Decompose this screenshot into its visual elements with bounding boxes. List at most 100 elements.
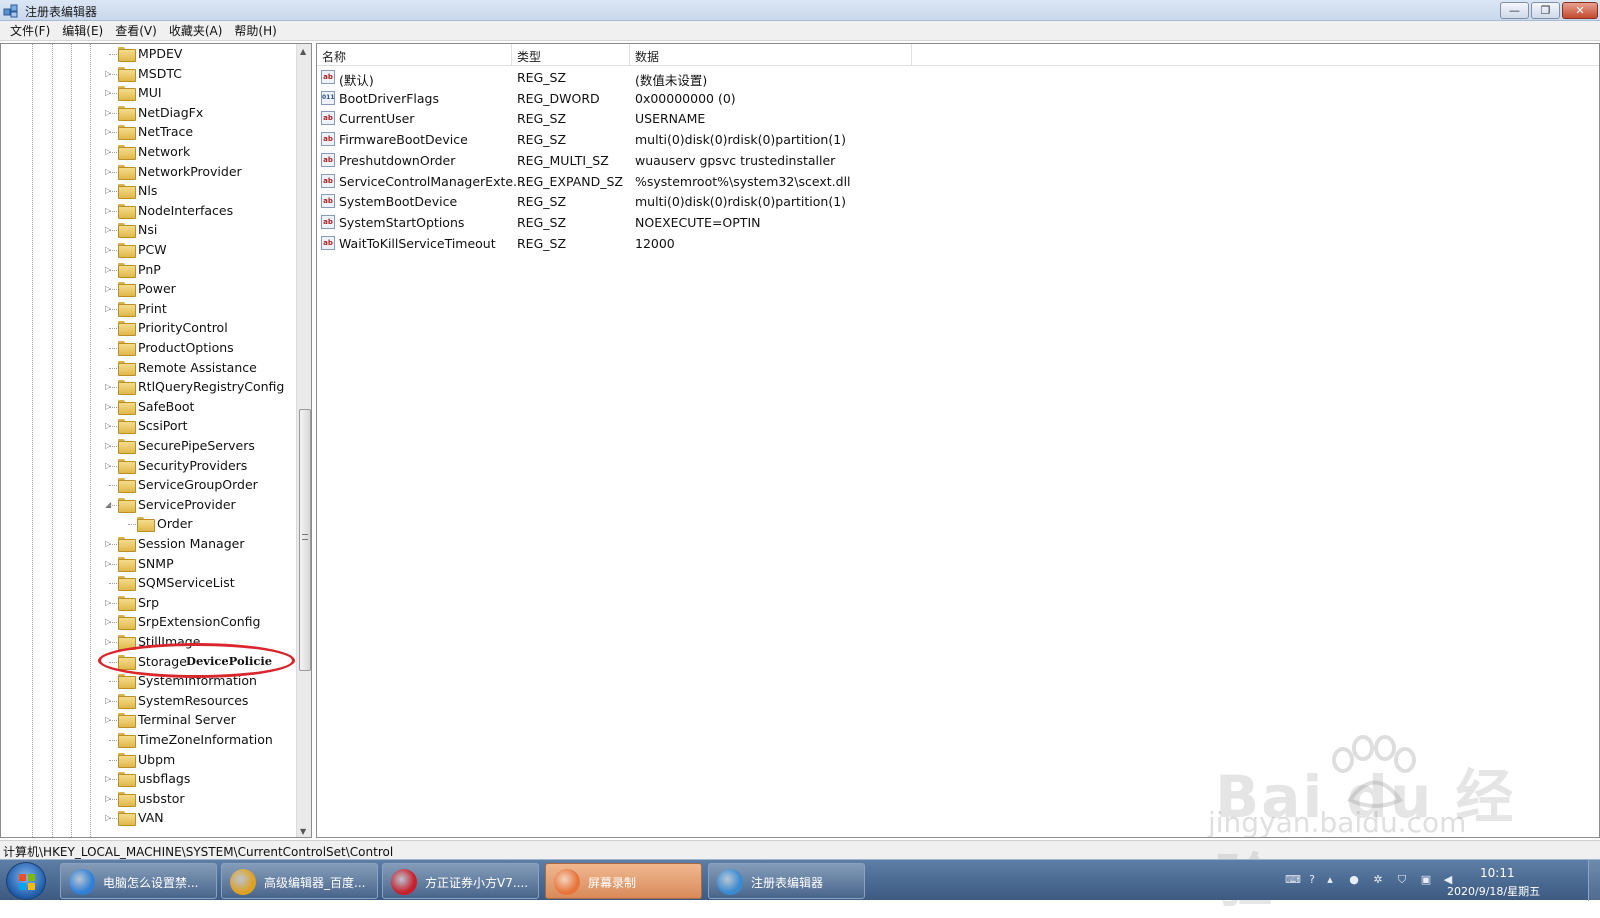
tree-scroll-thumb[interactable] [299,409,311,671]
folder-icon [118,105,136,121]
tree-item[interactable]: ▷ Srp [1,593,296,613]
tree-item[interactable]: ▷ Nls [1,181,296,201]
column-header-name[interactable]: 名称 [322,48,346,65]
tree-item[interactable]: Remote Assistance [1,358,296,378]
tree-item-label: usbstor [138,790,185,806]
start-button[interactable] [6,862,46,900]
column-header-type[interactable]: 类型 [517,48,541,65]
tree-item[interactable]: ▷ Print [1,299,296,319]
menu-help[interactable]: 帮助(H) [228,22,282,39]
tree-item[interactable]: ▷ SafeBoot [1,397,296,417]
network-icon[interactable]: ▣ [1419,873,1433,887]
tree-item[interactable]: ▷ usbflags [1,769,296,789]
tree-item[interactable]: ▷ RtlQueryRegistryConfig [1,377,296,397]
regedit-icon [717,869,743,895]
tree-item[interactable]: Order [1,514,296,534]
show-desktop-button[interactable] [1588,860,1600,901]
tree-item-label: NetTrace [138,124,194,140]
column-divider[interactable] [911,44,912,66]
value-row[interactable]: 011 BootDriverFlags REG_DWORD 0x00000000 (0… [317,88,1217,109]
tree-item[interactable]: ◢ ServiceProvider [1,495,296,515]
red-annotation-ellipse [98,643,295,678]
registry-tree[interactable]: MPDEV ▷ MSDTC ▷ MUI ▷ NetDiagFx ▷ NetTrace ▷ Netwo… [0,43,312,838]
tree-item[interactable]: ▷ NetTrace [1,122,296,142]
tree-item[interactable]: ▷ VAN [1,808,296,828]
tree-item[interactable]: TimeZoneInformation [1,730,296,750]
tree-item[interactable]: ▷ Power [1,279,296,299]
tree-item[interactable]: ▷ SNMP [1,554,296,574]
clock-date[interactable]: 2020/9/18/星期五 [1447,883,1540,899]
tree-item[interactable]: ▷ PCW [1,240,296,260]
value-row[interactable]: ab ServiceControlManagerExte... REG_EXPAND… [317,171,1217,192]
network-app-icon[interactable]: ✲ [1371,873,1385,887]
value-type: REG_SZ [517,132,567,148]
tree-item[interactable]: ▷ ScsiPort [1,416,296,436]
column-divider[interactable] [511,44,512,66]
column-divider[interactable] [629,44,630,66]
scroll-up-icon[interactable]: ▲ [300,47,306,56]
value-row[interactable]: ab SystemBootDevice REG_SZ multi(0)disk(0)r… [317,191,1217,212]
tree-item[interactable]: ▷ NetDiagFx [1,103,296,123]
value-row[interactable]: ab SystemStartOptions REG_SZ NOEXECUTE=OPT… [317,212,1217,233]
tree-item[interactable]: SQMServiceList [1,573,296,593]
shield-icon[interactable]: ⛉ [1395,873,1409,887]
tree-item[interactable]: ProductOptions [1,338,296,358]
ie-icon [69,869,95,895]
tree-item[interactable]: ▷ NodeInterfaces [1,201,296,221]
tree-item[interactable]: Ubpm [1,750,296,770]
tree-item[interactable]: ▷ usbstor [1,789,296,809]
value-row[interactable]: ab CurrentUser REG_SZ USERNAME [317,108,1217,129]
tree-item[interactable]: ServiceGroupOrder [1,475,296,495]
taskbar-button[interactable]: 注册表编辑器 [708,863,865,899]
taskbar-button[interactable]: 屏幕录制 [545,863,702,899]
tree-item-label: MPDEV [138,46,183,61]
tree-item[interactable]: ▷ Network [1,142,296,162]
value-name: SystemBootDevice [339,194,458,210]
help-icon[interactable]: ? [1305,873,1319,887]
taskbar-button[interactable]: 高级编辑器_百度... [221,863,378,899]
string-value-icon: ab [321,152,335,167]
tree-item[interactable]: ▷ SecurityProviders [1,456,296,476]
folder-icon [118,66,136,82]
menu-edit[interactable]: 编辑(E) [56,22,109,39]
menu-view[interactable]: 查看(V) [109,22,163,39]
tree-item[interactable]: ▷ SecurePipeServers [1,436,296,456]
tree-item[interactable]: MPDEV [1,44,296,64]
close-button[interactable]: ✕ [1562,2,1598,19]
value-row[interactable]: ab FirmwareBootDevice REG_SZ multi(0)disk(0… [317,129,1217,150]
tree-item[interactable]: ▷ NetworkProvider [1,162,296,182]
tree-item[interactable]: ▷ Nsi [1,220,296,240]
tree-item[interactable]: PriorityControl [1,318,296,338]
tree-item[interactable]: ▷ Terminal Server [1,710,296,730]
folder-icon [118,674,136,690]
folder-icon [118,223,136,239]
windows-logo-icon [19,874,35,890]
clock-time[interactable]: 10:11 [1480,866,1515,880]
qq-icon[interactable]: ● [1347,873,1361,887]
tree-item[interactable]: ▷ SystemResources [1,691,296,711]
value-row[interactable]: ab (默认) REG_SZ (数值未设置) [317,67,1217,88]
tree-item[interactable]: ▷ SrpExtensionConfig [1,612,296,632]
value-row[interactable]: ab PreshutdownOrder REG_MULTI_SZ wuauserv g… [317,150,1217,171]
tree-item-label: RtlQueryRegistryConfig [138,379,285,395]
tree-item[interactable]: ▷ MUI [1,83,296,103]
values-list[interactable]: 名称 类型 数据 ab (默认) REG_SZ (数值未设置) 011 BootDrive… [316,43,1600,838]
chevron-up-icon[interactable]: ▴ [1323,873,1337,887]
folder-icon [118,576,136,592]
taskbar-button[interactable]: 方正证券小方V7.... [382,863,539,899]
folder-icon [118,693,136,709]
tree-item[interactable]: ▷ Session Manager [1,534,296,554]
menu-favorites[interactable]: 收藏夹(A) [163,22,229,39]
value-row[interactable]: ab WaitToKillServiceTimeout REG_SZ 12000 [317,233,1217,254]
tree-item[interactable]: ▷ MSDTC [1,64,296,84]
tree-scrollbar[interactable]: ▲ ▼ [296,44,311,837]
menu-file[interactable]: 文件(F) [4,22,56,39]
maximize-button[interactable]: ❐ [1531,2,1560,19]
tree-item-label: SecurePipeServers [138,438,255,453]
minimize-button[interactable]: — [1500,2,1529,19]
keyboard-icon[interactable]: ⌨ [1285,873,1301,887]
scroll-down-icon[interactable]: ▼ [300,827,306,836]
tree-item[interactable]: ▷ PnP [1,260,296,280]
column-header-data[interactable]: 数据 [635,48,659,65]
taskbar-button[interactable]: 电脑怎么设置禁... [60,863,217,899]
